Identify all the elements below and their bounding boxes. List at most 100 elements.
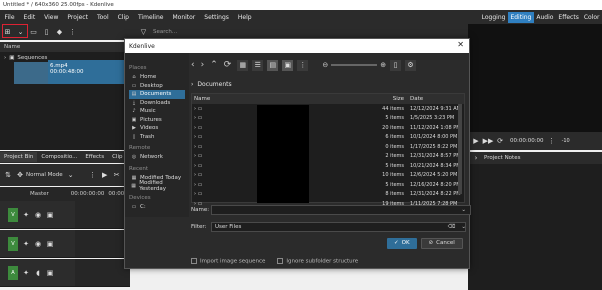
chevron-right-icon[interactable]: ›	[194, 191, 196, 197]
lock-icon[interactable]: ▣	[46, 240, 54, 248]
chevron-down-icon[interactable]: ⌄	[461, 224, 466, 230]
filter-icon[interactable]: ▽	[138, 27, 149, 38]
chevron-right-icon[interactable]: ›	[194, 115, 196, 121]
track-header-video[interactable]: V ✦ ◉ ▣	[0, 230, 75, 258]
eye-icon[interactable]: ◉	[34, 211, 42, 219]
checkbox[interactable]	[277, 257, 284, 264]
razor-icon[interactable]: ✂	[113, 171, 121, 179]
place-trash[interactable]: ▯ Trash	[129, 133, 185, 142]
menu-tool[interactable]: Tool	[92, 14, 113, 21]
table-row[interactable]: › ▭ 0 items 1/17/2025 8:22 PM	[192, 142, 464, 152]
more-icon[interactable]: ⋮	[67, 27, 78, 38]
chevron-right-icon[interactable]: ›	[191, 81, 193, 88]
menu-settings[interactable]: Settings	[200, 14, 234, 21]
folder-icon[interactable]: ▭	[28, 27, 39, 38]
place-documents[interactable]: ▤ Documents	[129, 90, 185, 99]
forward-icon[interactable]: ▶▶	[483, 137, 494, 145]
table-row[interactable]: › ▭ 10 items 12/6/2024 5:20 PM	[192, 171, 464, 181]
menu-project[interactable]: Project	[63, 14, 93, 21]
import-sequence-option[interactable]: Import image sequence	[191, 257, 265, 264]
ok-button[interactable]: ✓ OK	[387, 237, 417, 249]
menu-timeline[interactable]: Timeline	[133, 14, 168, 21]
tree-view-icon[interactable]: ▤	[267, 59, 279, 71]
tab-compositions[interactable]: Compositio...	[37, 152, 81, 162]
menu-view[interactable]: View	[40, 14, 63, 21]
back-icon[interactable]: ‹	[191, 60, 195, 70]
table-row[interactable]: › ▭ 5 items 1/5/2025 3:23 PM	[192, 114, 464, 124]
place-music[interactable]: ♪ Music	[129, 107, 185, 116]
zoom-out-icon[interactable]: ⊖	[322, 61, 328, 69]
delete-icon[interactable]: ▯	[41, 27, 52, 38]
cancel-button[interactable]: ⊘ Cancel	[420, 237, 463, 249]
chevron-right-icon[interactable]: ›	[194, 182, 196, 188]
column-size[interactable]: Size	[382, 96, 406, 102]
layout-effects[interactable]: Effects	[556, 12, 581, 23]
lock-icon[interactable]: ▣	[46, 211, 54, 219]
edit-mode-select[interactable]: Normal Mode	[26, 172, 63, 178]
track-header-video[interactable]: V ✦ ◉ ▣	[0, 201, 75, 229]
reload-icon[interactable]: ⟳	[224, 60, 232, 70]
more-icon[interactable]: ⋮	[548, 137, 556, 145]
up-icon[interactable]: ⌃	[210, 60, 218, 70]
table-row[interactable]: › ▭ 8 items 12/31/2024 8:22 PM	[192, 190, 464, 200]
layout-logging[interactable]: Logging	[479, 12, 508, 23]
more-icon[interactable]: ⋮	[89, 171, 97, 179]
track-lane[interactable]	[75, 259, 130, 287]
breadcrumb-documents[interactable]: Documents	[197, 81, 231, 88]
filter-select[interactable]: User Files	[211, 222, 466, 232]
place-pictures[interactable]: ▣ Pictures	[129, 116, 185, 125]
short-view-icon[interactable]: ▦	[237, 59, 249, 71]
place-downloads[interactable]: ⤓ Downloads	[129, 99, 185, 108]
track-lane[interactable]	[75, 230, 130, 258]
menu-file[interactable]: File	[0, 14, 19, 21]
effects-icon[interactable]: ✦	[22, 211, 30, 219]
table-row[interactable]: › ▭ 2 items 12/31/2024 8:57 PM	[192, 152, 464, 162]
tag-icon[interactable]: ◆	[54, 27, 65, 38]
table-row[interactable]: › ▭ 5 items 12/16/2024 8:20 PM	[192, 180, 464, 190]
menu-clip[interactable]: Clip	[113, 14, 133, 21]
menu-monitor[interactable]: Monitor	[168, 14, 200, 21]
effects-icon[interactable]: ✦	[22, 269, 30, 277]
filename-input[interactable]	[211, 205, 472, 215]
clip-monitor[interactable]	[468, 24, 602, 132]
column-name[interactable]: Name	[192, 96, 382, 102]
place-home[interactable]: ⌂ Home	[129, 73, 185, 82]
zoom-slider[interactable]	[331, 64, 378, 66]
menu-help[interactable]: Help	[233, 14, 256, 21]
play-icon[interactable]: ▶	[472, 137, 480, 145]
menu-edit[interactable]: Edit	[19, 14, 40, 21]
clip-item[interactable]: 6.mp4 00:00:48:00	[48, 60, 128, 84]
close-icon[interactable]: ✕	[457, 40, 464, 49]
detail-view-icon[interactable]: ☰	[252, 59, 264, 71]
place-videos[interactable]: ▶ Videos	[129, 124, 185, 133]
edit-mode-icon[interactable]: ✥	[16, 171, 24, 179]
chevron-right-icon[interactable]: ›	[194, 163, 196, 169]
track-lane[interactable]	[75, 201, 130, 229]
place-network[interactable]: ◎ Network	[129, 153, 185, 162]
place-drive-c[interactable]: ▭ C:	[129, 203, 185, 212]
loop-icon[interactable]: ⟳	[496, 137, 504, 145]
effects-icon[interactable]: ✦	[22, 240, 30, 248]
notes-area[interactable]	[468, 164, 602, 290]
bookmark-icon[interactable]: ▯	[390, 59, 402, 71]
chevron-down-icon[interactable]: ⌄	[461, 207, 466, 213]
track-header-audio[interactable]: A ✦ ◖ ▣	[0, 259, 75, 287]
zoom-in-icon[interactable]: ⊕	[380, 61, 386, 69]
table-row[interactable]: › ▭ 44 items 12/12/2024 9:31 AM	[192, 104, 464, 114]
clear-icon[interactable]: ⌫	[448, 224, 456, 230]
forward-icon[interactable]: ›	[201, 60, 205, 70]
checkbox[interactable]	[191, 257, 197, 264]
lock-icon[interactable]: ▣	[46, 269, 54, 277]
chevron-right-icon[interactable]: ›	[194, 125, 196, 131]
options-icon[interactable]: ⋮	[297, 59, 309, 71]
notes-tab[interactable]: › Project Notes	[468, 152, 602, 164]
layout-color[interactable]: Color	[581, 12, 602, 23]
chevron-right-icon[interactable]: ›	[194, 134, 196, 140]
tab-effects[interactable]: Effects	[81, 152, 108, 162]
column-date[interactable]: Date	[406, 96, 464, 102]
table-row[interactable]: › ▭ 6 items 10/1/2024 8:00 PM	[192, 133, 464, 143]
pointer-icon[interactable]: ▶	[101, 171, 109, 179]
tab-project-bin[interactable]: Project Bin	[0, 152, 38, 162]
file-table[interactable]: Name Size Date › ▭ 44 items 12/12/2024 9:3…	[191, 93, 465, 207]
chevron-right-icon[interactable]: ›	[194, 153, 196, 159]
